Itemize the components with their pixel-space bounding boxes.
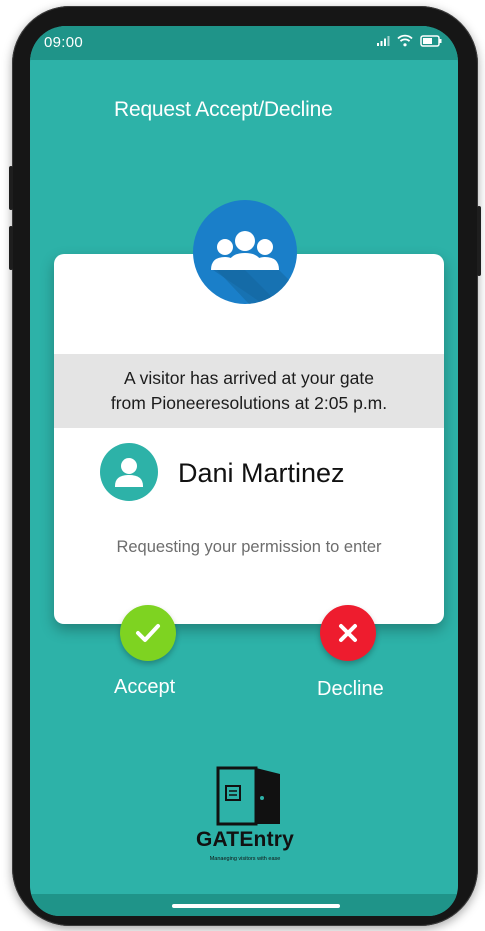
status-icons xyxy=(376,34,442,47)
phone-volume-button xyxy=(9,226,13,270)
app-screen: 09:00 Request Accept/Decline A visitor h… xyxy=(30,26,458,916)
checkmark-icon xyxy=(136,624,160,642)
phone-volume-button xyxy=(9,166,13,210)
home-indicator[interactable] xyxy=(172,904,340,908)
wifi-icon xyxy=(397,34,413,47)
close-icon xyxy=(339,624,357,642)
decline-button[interactable] xyxy=(320,605,376,661)
status-bar: 09:00 xyxy=(30,26,458,60)
accept-label[interactable]: Accept xyxy=(114,676,175,699)
request-message: Requesting your permission to enter xyxy=(116,538,382,556)
decline-label[interactable]: Decline xyxy=(317,678,384,701)
visitor-notice: A visitor has arrived at your gate from … xyxy=(54,354,444,428)
notice-line-1: A visitor has arrived at your gate xyxy=(124,368,374,388)
brand-name: GATEntry xyxy=(195,828,295,851)
phone-side-button xyxy=(477,206,481,276)
status-time: 09:00 xyxy=(44,34,84,51)
visitor-name: Dani Martinez xyxy=(178,458,345,488)
battery-icon xyxy=(420,34,442,47)
person-avatar-icon xyxy=(100,443,158,501)
group-users-icon xyxy=(193,200,297,304)
door-logo-icon xyxy=(216,766,280,826)
accept-button[interactable] xyxy=(120,605,176,661)
visitor-request-card xyxy=(54,254,444,624)
signal-icon xyxy=(377,35,390,46)
brand-tagline: Manaeging visitors with ease xyxy=(209,856,281,862)
page-title: Request Accept/Decline xyxy=(114,98,333,121)
notice-line-2: from Pioneeresolutions at 2:05 p.m. xyxy=(110,393,388,413)
